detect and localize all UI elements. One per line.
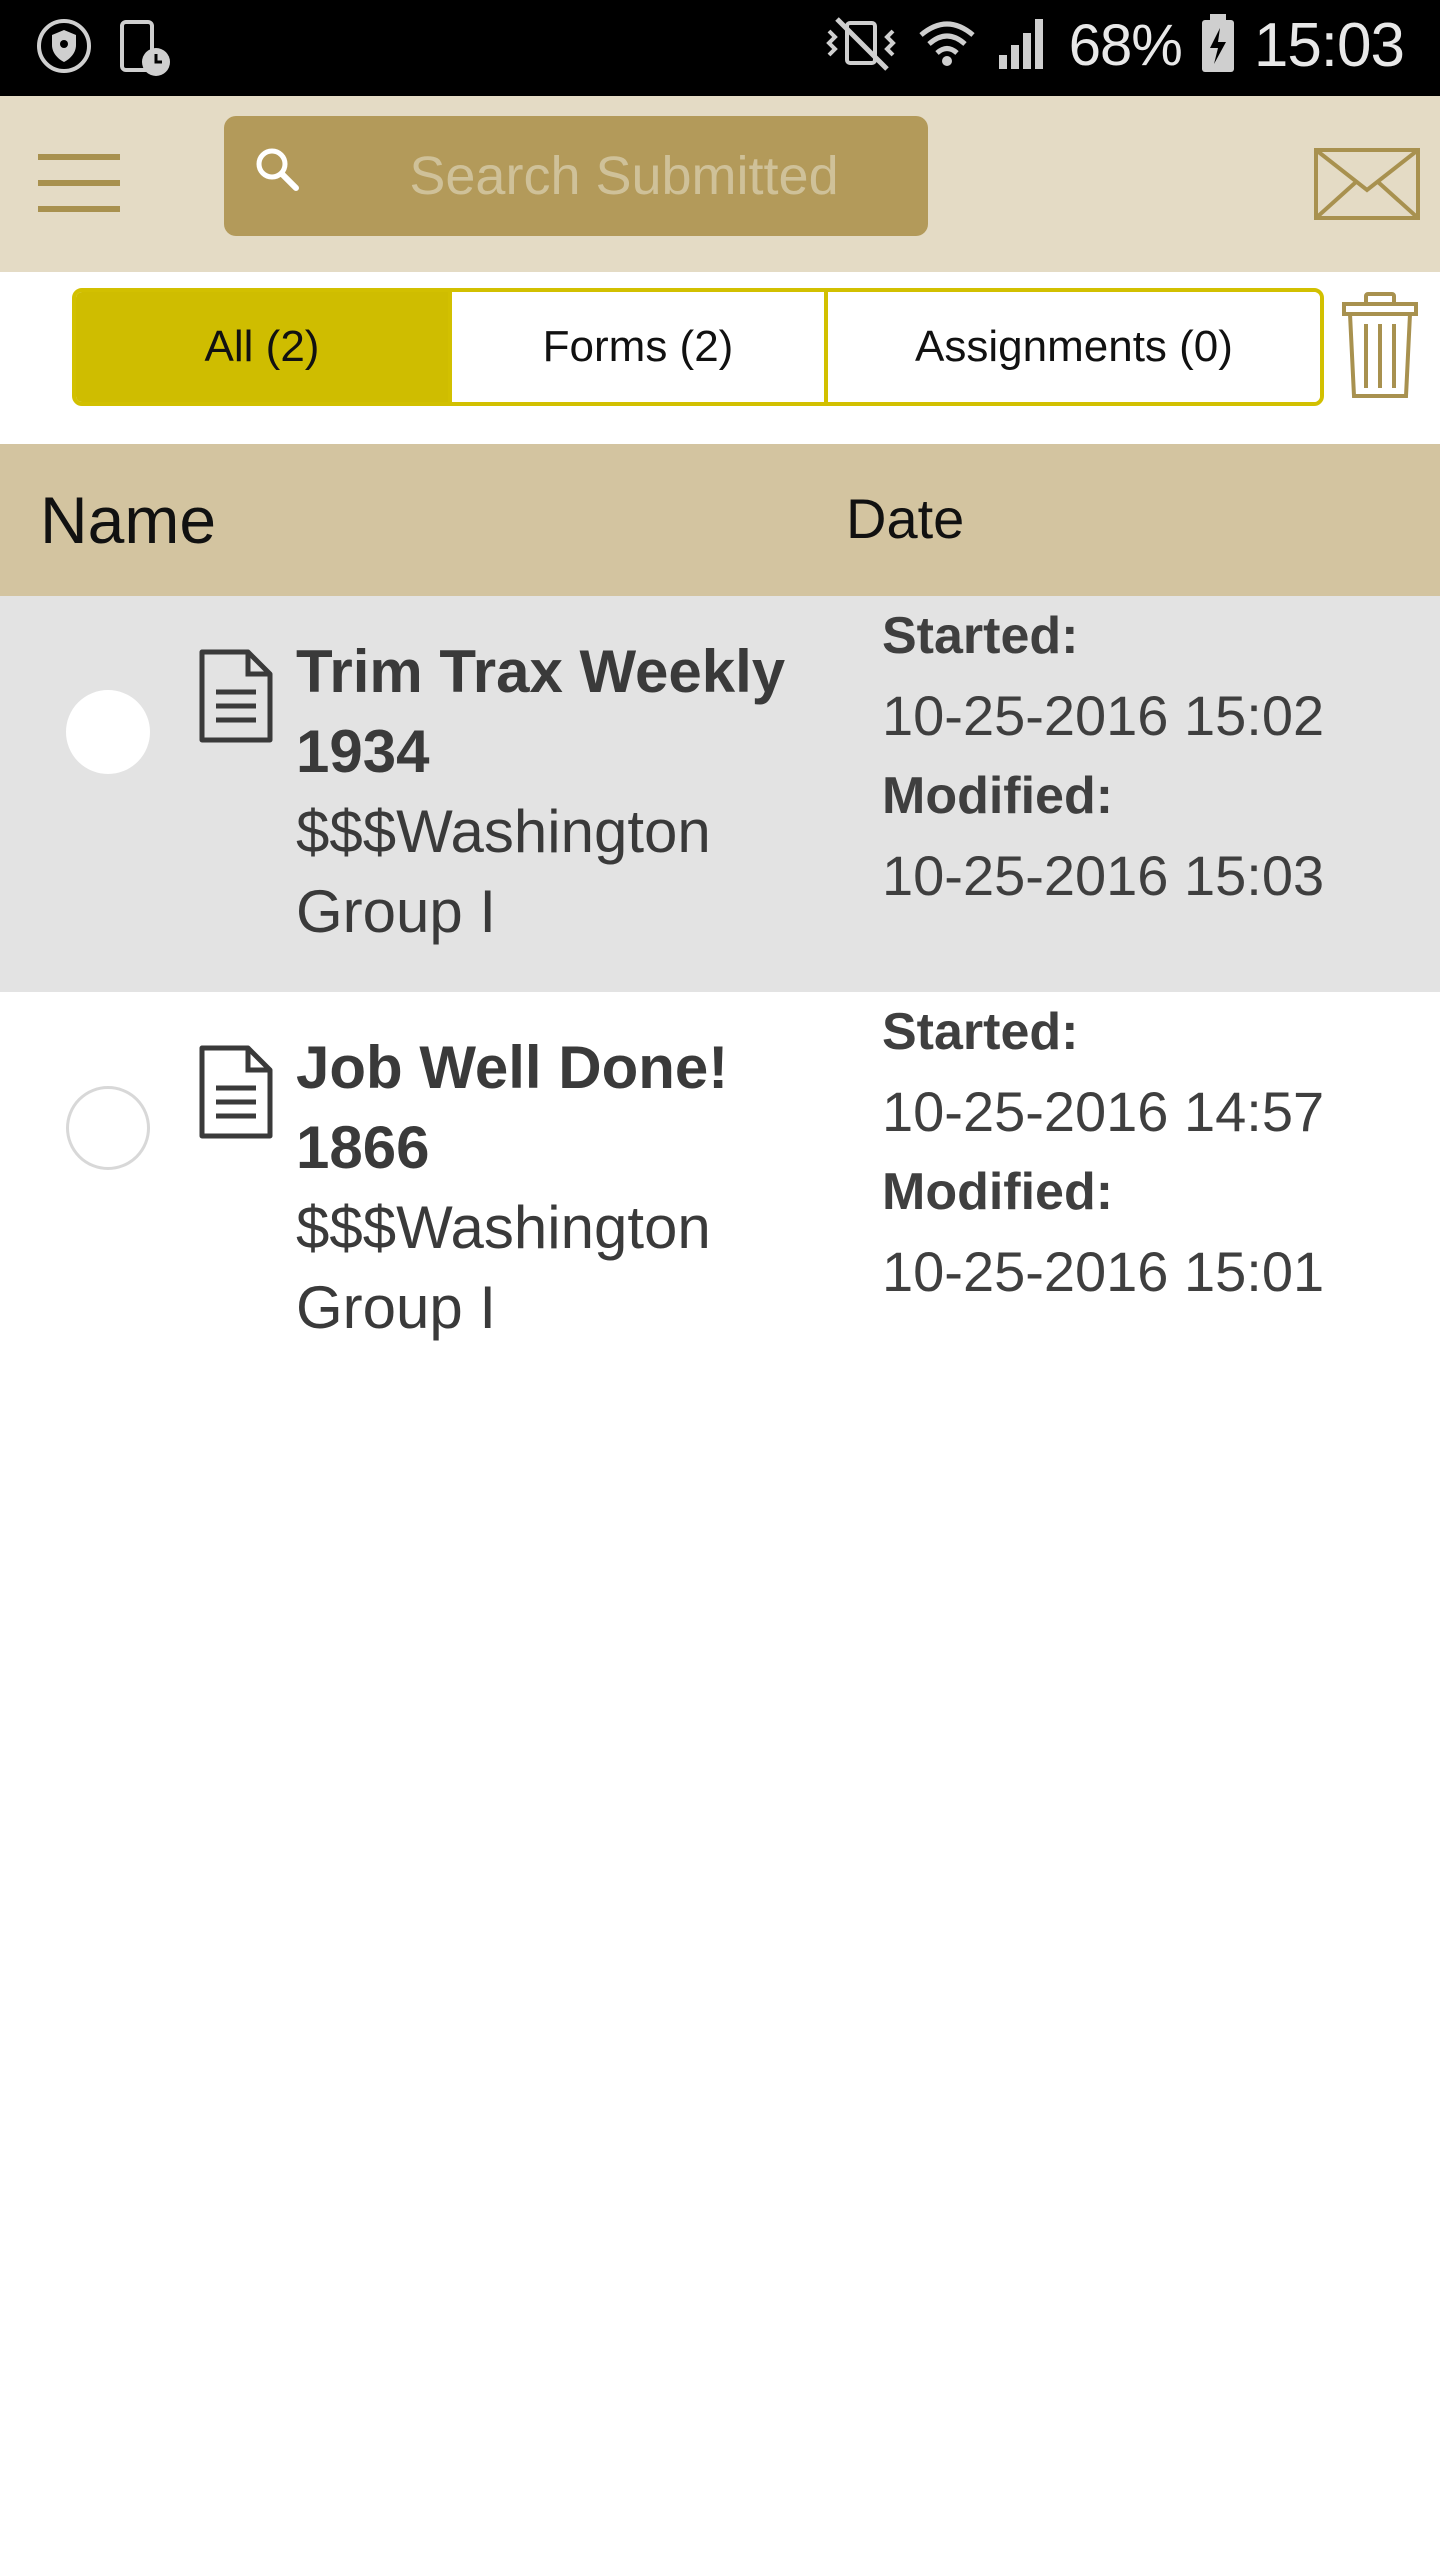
row-subtitle: $$$Washington Group I [296,798,711,945]
filter-tabs: All (2) Forms (2) Assignments (0) [72,288,1324,406]
document-icon [199,649,273,743]
modified-value: 10-25-2016 15:03 [882,844,1325,907]
row-dates: Started: 10-25-2016 14:57 Modified: 10-2… [882,992,1422,1312]
started-label: Started: [882,1003,1079,1061]
wifi-icon [917,13,977,78]
signal-icon [995,13,1051,78]
column-header-name[interactable]: Name [40,482,216,558]
app-header [0,96,1440,272]
mail-button[interactable] [1312,146,1422,222]
battery-charging-icon [1200,12,1236,79]
row-title: Job Well Done! 1866 [296,1034,729,1181]
tab-forms[interactable]: Forms (2) [448,292,824,402]
row-select-radio[interactable] [66,690,150,774]
device-clock-icon [118,18,174,83]
status-bar: 68% 15:03 [0,0,1440,96]
row-subtitle: $$$Washington Group I [296,1194,711,1341]
clock: 15:03 [1253,11,1405,80]
search-input[interactable] [344,116,904,236]
menu-button[interactable] [30,146,130,226]
modified-value: 10-25-2016 15:01 [882,1240,1325,1303]
table-header: Name Date [0,444,1440,596]
started-label: Started: [882,607,1079,665]
tab-assignments[interactable]: Assignments (0) [824,292,1320,402]
row-dates: Started: 10-25-2016 15:02 Modified: 10-2… [882,596,1422,916]
row-title: Trim Trax Weekly 1934 [296,638,786,785]
shield-icon [36,18,92,83]
column-header-date[interactable]: Date [846,486,964,551]
row-select-radio[interactable] [66,1086,150,1170]
search-icon [256,148,299,191]
document-icon [199,1045,273,1139]
delete-button[interactable] [1340,292,1420,400]
submitted-forms-screen: 68% 15:03 Search Submitted All (2) Forms… [0,0,1440,2560]
table-row[interactable]: Trim Trax Weekly 1934 $$$Washington Grou… [0,596,1440,992]
modified-label: Modified: [882,1163,1114,1221]
hamburger-menu-icon [38,154,120,212]
search-box[interactable] [224,116,928,236]
battery-percent: 68% [1068,13,1183,78]
tab-all[interactable]: All (2) [76,292,448,402]
trash-icon [1342,292,1418,398]
modified-label: Modified: [882,767,1114,825]
table-row[interactable]: Job Well Done! 1866 $$$Washington Group … [0,992,1440,1388]
envelope-icon [1314,148,1420,220]
started-value: 10-25-2016 15:02 [882,684,1325,747]
vibrate-mute-icon [823,13,899,78]
started-value: 10-25-2016 14:57 [882,1080,1325,1143]
